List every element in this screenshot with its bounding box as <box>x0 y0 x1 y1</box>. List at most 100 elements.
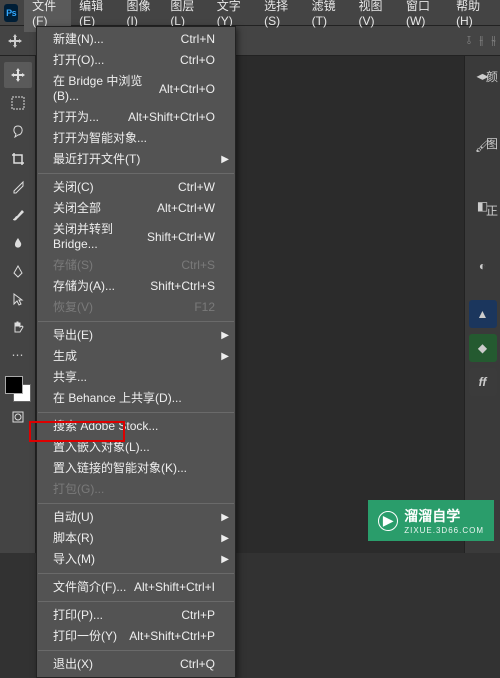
menu-item-label: 退出(X) <box>53 657 93 672</box>
fg-color[interactable] <box>5 376 23 394</box>
menu-item[interactable]: 打印(P)... Ctrl+P <box>37 605 235 626</box>
panel-label: 正 <box>484 200 500 221</box>
menu-item[interactable]: 关闭并转到 Bridge...Shift+Ctrl+W <box>37 219 235 255</box>
menu-item[interactable]: 脚本(R) ▶ <box>37 528 235 549</box>
menu-item-label: 自动(U) <box>53 510 94 525</box>
align-icon[interactable]: ⫱ <box>467 33 471 48</box>
menu-item[interactable]: 自动(U) ▶ <box>37 507 235 528</box>
menu-item-shortcut: Alt+Ctrl+O <box>159 82 215 97</box>
menu-item-shortcut: Ctrl+Q <box>180 657 215 672</box>
menu-item-shortcut: Ctrl+P <box>181 608 215 623</box>
menu-item-label: 打开为智能对象... <box>53 131 147 146</box>
crop-tool[interactable] <box>4 146 32 172</box>
menu-item[interactable]: 退出(X) Ctrl+Q <box>37 654 235 675</box>
play-icon: ▶ <box>378 511 398 531</box>
plugin-blue-icon[interactable]: ▲ <box>469 300 497 328</box>
menu-item-label: 存储为(A)... <box>53 279 115 294</box>
move-tool[interactable] <box>4 62 32 88</box>
watermark: ▶ 溜溜自学 ZIXUE.3D66.COM <box>368 500 494 541</box>
menu-item[interactable]: 关闭全部Alt+Ctrl+W <box>37 198 235 219</box>
align-icon[interactable]: ⫳ <box>491 33 496 48</box>
menu-select[interactable]: 选择(S) <box>256 0 303 32</box>
menu-item-shortcut: Alt+Shift+Ctrl+P <box>129 629 215 644</box>
menu-item-label: 在 Behance 上共享(D)... <box>53 391 182 406</box>
menu-item-shortcut: Alt+Shift+Ctrl+I <box>134 580 215 595</box>
menu-item-label: 关闭全部 <box>53 201 101 216</box>
menu-item-label: 关闭并转到 Bridge... <box>53 222 147 252</box>
color-swatch[interactable] <box>5 376 31 402</box>
menu-item[interactable]: 共享... <box>37 367 235 388</box>
menu-item-label: 新建(N)... <box>53 32 104 47</box>
menu-item[interactable]: 打开为智能对象... <box>37 128 235 149</box>
menu-item[interactable]: 生成 ▶ <box>37 346 235 367</box>
submenu-arrow-icon: ▶ <box>221 552 229 567</box>
pen-tool[interactable] <box>4 258 32 284</box>
menu-item: 打包(G)... <box>37 479 235 500</box>
menu-item[interactable]: 最近打开文件(T) ▶ <box>37 149 235 170</box>
menu-item[interactable]: 打开为...Alt+Shift+Ctrl+O <box>37 107 235 128</box>
menu-view[interactable]: 视图(V) <box>351 0 398 32</box>
menu-item-shortcut: Shift+Ctrl+W <box>147 230 215 245</box>
menu-separator <box>38 173 234 174</box>
menu-item-label: 脚本(R) <box>53 531 94 546</box>
more-tools[interactable]: ⋯ <box>4 342 32 368</box>
menu-item[interactable]: 置入链接的智能对象(K)... <box>37 458 235 479</box>
menu-item[interactable]: 打印一份(Y)Alt+Shift+Ctrl+P <box>37 626 235 647</box>
menu-item-label: 关闭(C) <box>53 180 94 195</box>
menu-window[interactable]: 窗口(W) <box>398 0 448 32</box>
align-icon[interactable]: ⫲ <box>479 33 483 48</box>
menu-item: 恢复(V)F12 <box>37 297 235 318</box>
gradient-tool[interactable] <box>4 230 32 256</box>
menu-item-label: 共享... <box>53 370 87 385</box>
menu-item[interactable]: 搜索 Adobe Stock... <box>37 416 235 437</box>
app-logo: Ps <box>4 4 18 22</box>
menu-help[interactable]: 帮助(H) <box>448 0 496 32</box>
menu-item-shortcut: Ctrl+O <box>180 53 215 68</box>
menu-item[interactable]: 打开(O)...Ctrl+O <box>37 50 235 71</box>
menu-item-label: 打印(P)... <box>53 608 103 623</box>
menu-item[interactable]: 关闭(C)Ctrl+W <box>37 177 235 198</box>
menu-item-label: 搜索 Adobe Stock... <box>53 419 158 434</box>
menu-item[interactable]: 在 Bridge 中浏览(B)...Alt+Ctrl+O <box>37 71 235 107</box>
menu-item[interactable]: 文件简介(F)... Alt+Shift+Ctrl+I <box>37 577 235 598</box>
submenu-arrow-icon: ▶ <box>221 531 229 546</box>
quickmask-tool[interactable] <box>4 404 32 430</box>
submenu-arrow-icon: ▶ <box>221 510 229 525</box>
plugin-green-icon[interactable]: ◆ <box>469 334 497 362</box>
move-tool-icon[interactable] <box>4 30 26 52</box>
submenu-arrow-icon: ▶ <box>221 349 229 364</box>
menu-item-label: 文件简介(F)... <box>53 580 126 595</box>
menubar: Ps 文件(F) 编辑(E) 图像(I) 图层(L) 文字(Y) 选择(S) 滤… <box>0 0 500 26</box>
menu-separator <box>38 650 234 651</box>
menu-item[interactable]: 导入(M)▶ <box>37 549 235 570</box>
menu-item[interactable]: 在 Behance 上共享(D)... <box>37 388 235 409</box>
brush-tool[interactable] <box>4 202 32 228</box>
submenu-arrow-icon: ▶ <box>221 152 229 167</box>
menu-item-label: 最近打开文件(T) <box>53 152 140 167</box>
menu-item-label: 生成 <box>53 349 77 364</box>
menu-item-label: 在 Bridge 中浏览(B)... <box>53 74 159 104</box>
menu-item-label: 打包(G)... <box>53 482 104 497</box>
adjust-panel-icon[interactable]: ◐ <box>469 252 497 280</box>
menu-separator <box>38 321 234 322</box>
menu-item[interactable]: 置入嵌入对象(L)... <box>37 437 235 458</box>
eyedropper-tool[interactable] <box>4 174 32 200</box>
menu-item[interactable]: 存储为(A)... Shift+Ctrl+S <box>37 276 235 297</box>
menu-item[interactable]: 新建(N)... Ctrl+N <box>37 29 235 50</box>
lasso-tool[interactable] <box>4 118 32 144</box>
submenu-arrow-icon: ▶ <box>221 328 229 343</box>
path-select-tool[interactable] <box>4 286 32 312</box>
menu-item-shortcut: Shift+Ctrl+S <box>150 279 215 294</box>
menu-item-shortcut: Ctrl+S <box>181 258 215 273</box>
right-panel-labels: 颜 图 正 <box>484 56 500 221</box>
menu-item-label: 置入嵌入对象(L)... <box>53 440 150 455</box>
menu-separator <box>38 412 234 413</box>
menu-item[interactable]: 导出(E)▶ <box>37 325 235 346</box>
menu-item-shortcut: Ctrl+N <box>181 32 215 47</box>
watermark-brand: 溜溜自学 <box>404 506 484 526</box>
menu-filter[interactable]: 滤镜(T) <box>304 0 351 32</box>
marquee-tool[interactable] <box>4 90 32 116</box>
menu-item-label: 存储(S) <box>53 258 93 273</box>
plugin-ff-icon[interactable]: ff <box>469 368 497 396</box>
hand-tool[interactable] <box>4 314 32 340</box>
